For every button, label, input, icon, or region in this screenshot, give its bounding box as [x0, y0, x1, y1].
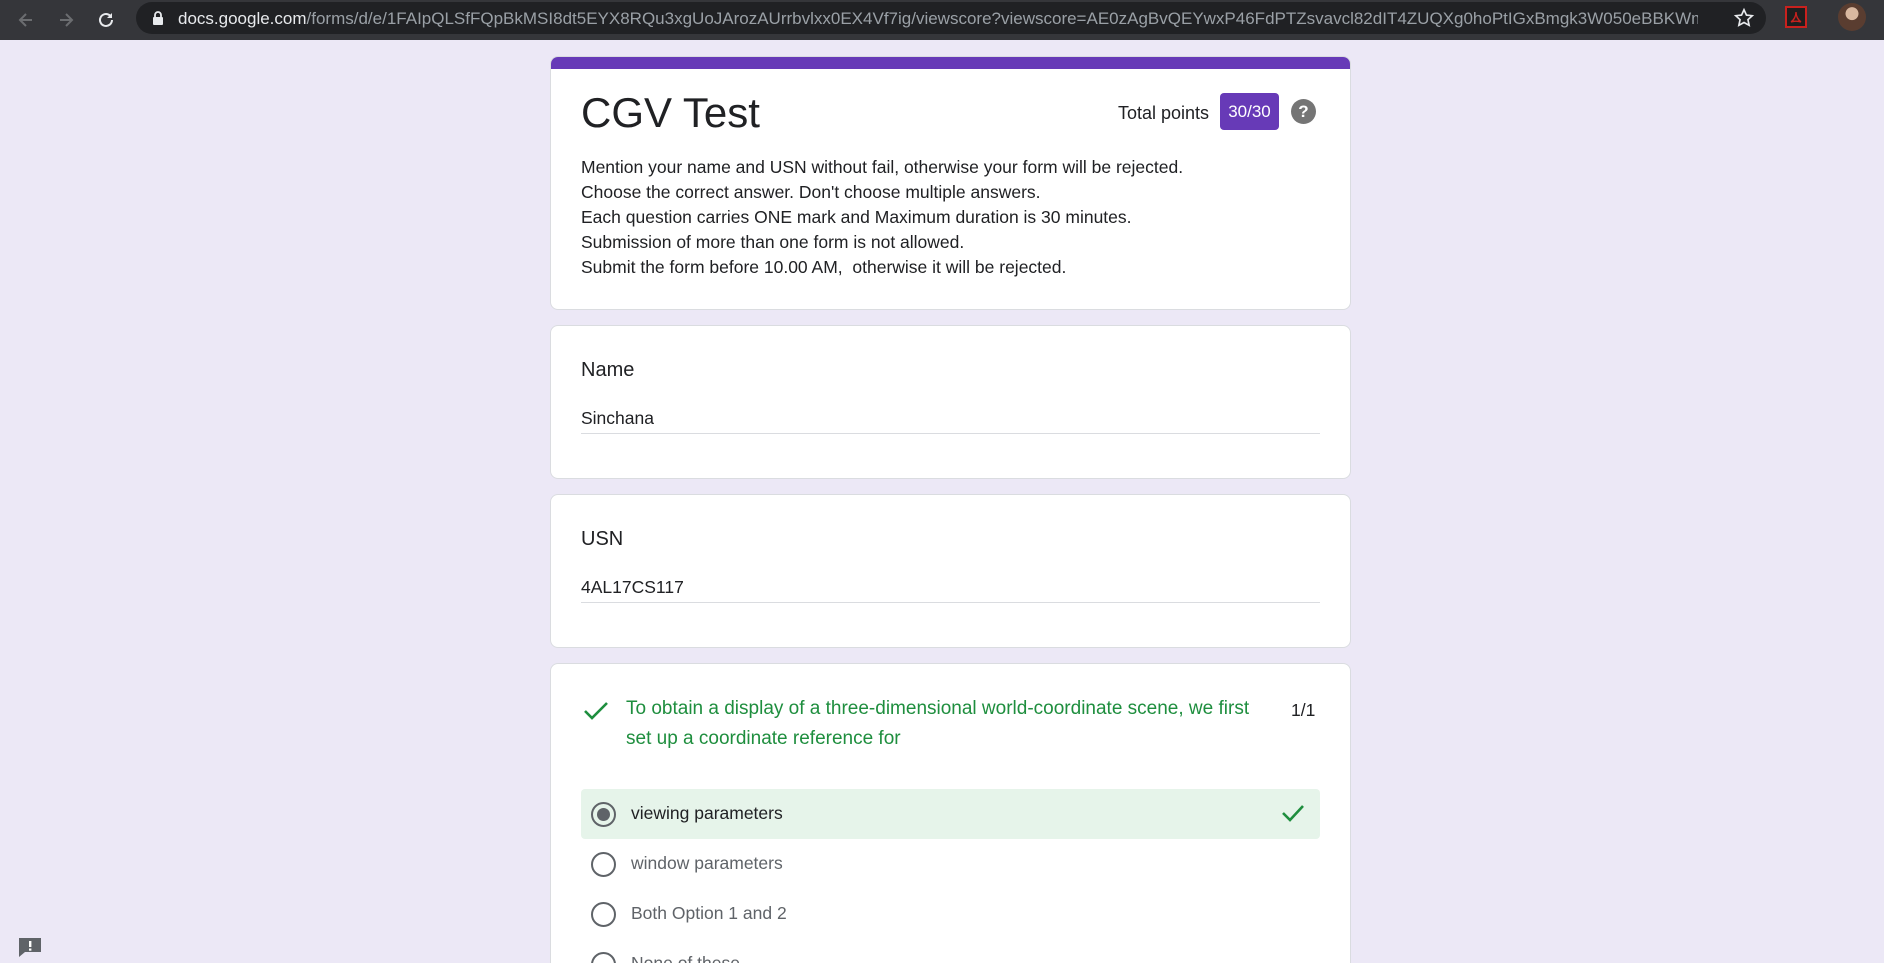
- name-question-label: Name: [581, 359, 635, 381]
- form-description: Mention your name and USN without fail, …: [581, 155, 1321, 280]
- description-line: Choose the correct answer. Don't choose …: [581, 182, 1041, 202]
- report-feedback-icon[interactable]: [17, 936, 43, 958]
- usn-answer: 4AL17CS117: [581, 577, 1320, 603]
- help-icon[interactable]: ?: [1291, 99, 1316, 124]
- form-header-card: CGV Test Total points 30/30 ? Mention yo…: [550, 56, 1351, 310]
- radio-selected-icon[interactable]: [591, 802, 616, 827]
- total-points-label: Total points: [1118, 103, 1210, 123]
- option-label: window parameters: [631, 853, 783, 873]
- question-1-score: 1/1: [1291, 700, 1316, 720]
- description-line: Submit the form before 10.00 AM, otherwi…: [581, 257, 1067, 277]
- question-1-text: To obtain a display of a three-dimension…: [626, 698, 1250, 749]
- option-label: None of these: [631, 953, 740, 963]
- option-label: Both Option 1 and 2: [631, 903, 787, 923]
- radio-icon[interactable]: [591, 952, 616, 963]
- correct-check-icon: [583, 700, 609, 727]
- pdf-extension-icon[interactable]: [1785, 6, 1807, 28]
- forward-icon[interactable]: [52, 6, 80, 34]
- reload-icon[interactable]: [92, 6, 120, 34]
- back-icon[interactable]: [12, 6, 40, 34]
- question-1-card: To obtain a display of a three-dimension…: [550, 663, 1351, 963]
- name-question-card: Name Sinchana: [550, 325, 1351, 479]
- browser-toolbar: docs.google.com/forms/d/e/1FAIpQLSfFQpBk…: [0, 0, 1884, 40]
- form-title: CGV Test: [581, 89, 760, 136]
- radio-icon[interactable]: [591, 852, 616, 877]
- option-window-parameters[interactable]: window parameters: [581, 839, 1320, 889]
- description-line: Mention your name and USN without fail, …: [581, 157, 1184, 177]
- radio-icon[interactable]: [591, 902, 616, 927]
- address-bar[interactable]: docs.google.com/forms/d/e/1FAIpQLSfFQpBk…: [136, 2, 1766, 34]
- description-line: Submission of more than one form is not …: [581, 232, 965, 252]
- profile-avatar[interactable]: [1838, 3, 1866, 31]
- header-accent-strip: [551, 57, 1350, 69]
- lock-icon: [152, 11, 164, 30]
- option-both-1-and-2[interactable]: Both Option 1 and 2: [581, 889, 1320, 939]
- option-label: viewing parameters: [631, 803, 783, 823]
- total-points-badge: 30/30: [1220, 93, 1279, 130]
- usn-question-card: USN 4AL17CS117: [550, 494, 1351, 648]
- usn-question-label: USN: [581, 528, 624, 550]
- name-answer: Sinchana: [581, 408, 1320, 434]
- option-viewing-parameters[interactable]: viewing parameters: [581, 789, 1320, 839]
- correct-answer-check-icon: [1281, 802, 1305, 829]
- description-line: Each question carries ONE mark and Maxim…: [581, 207, 1132, 227]
- url-text: docs.google.com/forms/d/e/1FAIpQLSfFQpBk…: [178, 9, 1698, 28]
- option-none-of-these[interactable]: None of these: [581, 939, 1320, 963]
- star-icon[interactable]: [1733, 7, 1755, 34]
